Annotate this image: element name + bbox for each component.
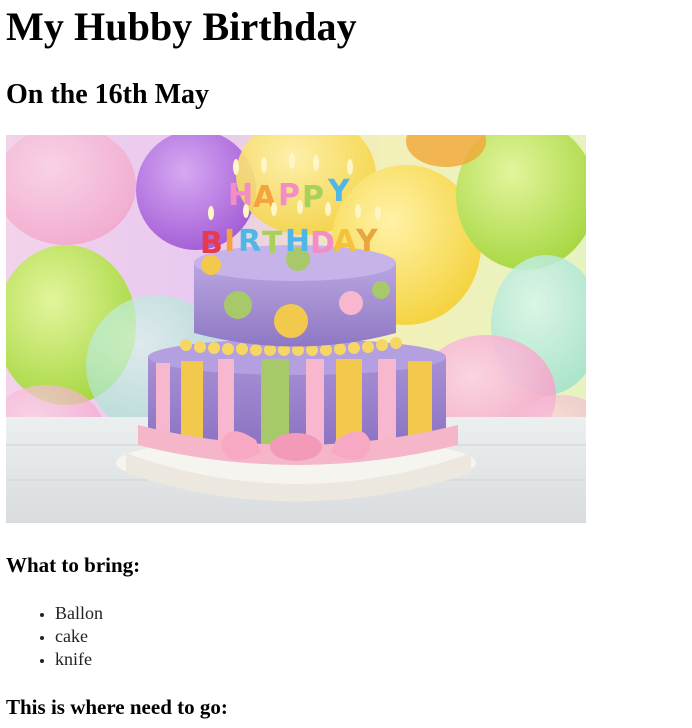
bring-list: Ballon cake knife — [0, 602, 103, 671]
svg-text:H: H — [228, 178, 253, 213]
svg-text:T: T — [262, 226, 283, 261]
svg-text:P: P — [278, 178, 300, 213]
svg-text:R: R — [238, 224, 261, 259]
birthday-cake-photo: H A P P Y B I R T H D A Y — [6, 135, 586, 523]
list-item: cake — [55, 625, 103, 648]
svg-text:B: B — [200, 226, 223, 261]
page-subtitle: On the 16th May — [6, 79, 209, 110]
bring-heading: What to bring: — [6, 553, 141, 577]
svg-text:P: P — [302, 180, 324, 215]
svg-text:A: A — [333, 224, 357, 259]
list-item: knife — [55, 648, 103, 671]
page-title: My Hubby Birthday — [6, 4, 357, 49]
svg-text:Y: Y — [355, 224, 379, 259]
svg-text:H: H — [285, 224, 310, 259]
svg-text:I: I — [224, 224, 235, 259]
where-heading: This is where need to go: — [6, 695, 228, 719]
svg-text:Y: Y — [327, 174, 351, 209]
page: My Hubby Birthday On the 16th May H A P … — [0, 0, 692, 728]
list-item: Ballon — [55, 602, 103, 625]
svg-text:D: D — [310, 226, 335, 261]
